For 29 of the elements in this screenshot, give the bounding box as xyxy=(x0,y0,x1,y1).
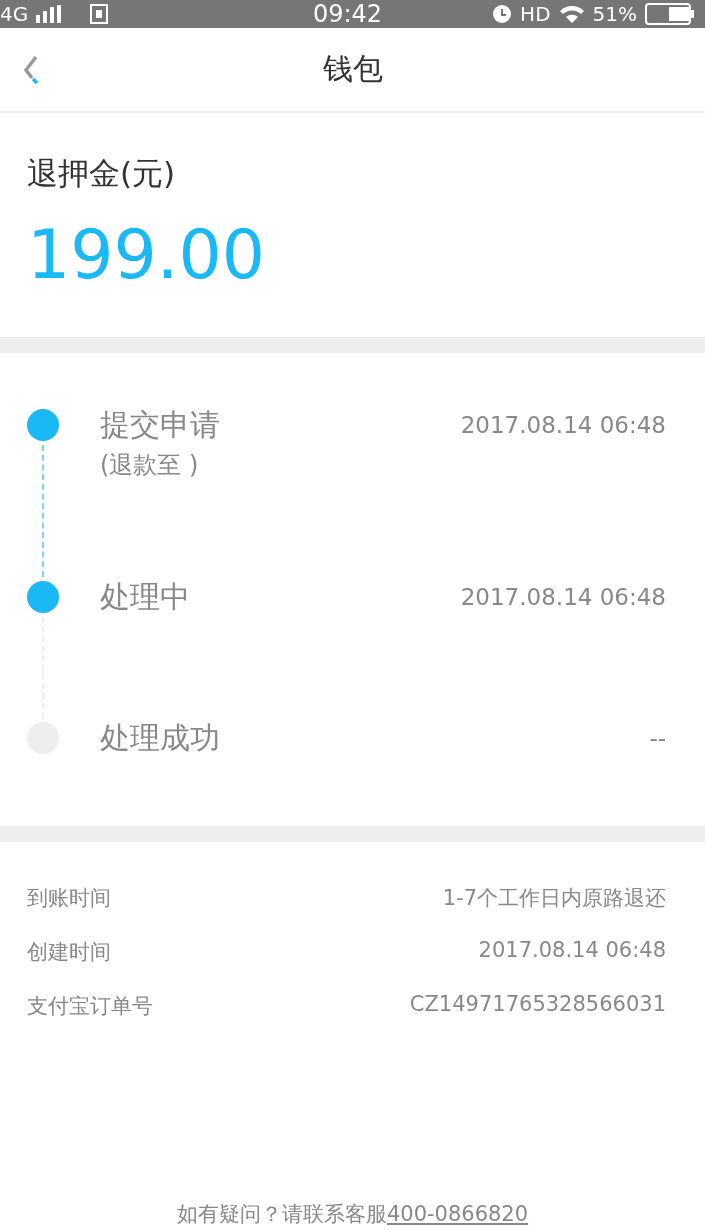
step-time: -- xyxy=(649,724,666,753)
alarm-icon xyxy=(492,4,513,24)
page-title: 钱包 xyxy=(322,50,383,88)
wifi-icon xyxy=(558,4,585,24)
detail-value: CZ14971765328566031 xyxy=(409,992,666,1018)
sim-card-icon xyxy=(90,4,109,24)
help-text: 如有疑问？请联系客服400-0866820 xyxy=(176,1202,529,1226)
detail-value: 2017.08.14 06:48 xyxy=(478,938,666,964)
detail-label: 到账时间 xyxy=(27,885,111,912)
hd-label: HD xyxy=(520,4,551,24)
signal-icon xyxy=(36,5,63,23)
back-button[interactable] xyxy=(24,55,39,85)
step-title: 处理成功 xyxy=(100,722,221,754)
detail-label: 创建时间 xyxy=(27,939,111,966)
detail-value: 1-7个工作日内原路退还 xyxy=(442,885,666,912)
detail-label: 支付宝订单号 xyxy=(27,993,153,1020)
step-time: 2017.08.14 06:48 xyxy=(460,583,666,612)
battery-icon xyxy=(645,3,695,25)
step-time: 2017.08.14 06:48 xyxy=(460,411,666,440)
phone-link[interactable]: 400-0866820 xyxy=(386,1202,529,1226)
step-note: (退款至 ) xyxy=(100,450,200,481)
step-title: 提交申请 xyxy=(100,409,221,441)
back-arrow-icon xyxy=(24,55,39,85)
step-title: 处理中 xyxy=(100,581,191,613)
clock-time: 09:42 xyxy=(312,2,383,26)
network-type: 4G xyxy=(0,4,29,24)
refund-amount: 199.00 xyxy=(27,221,266,289)
battery-percent: 51% xyxy=(592,4,637,24)
refund-label: 退押金(元) xyxy=(27,154,177,193)
